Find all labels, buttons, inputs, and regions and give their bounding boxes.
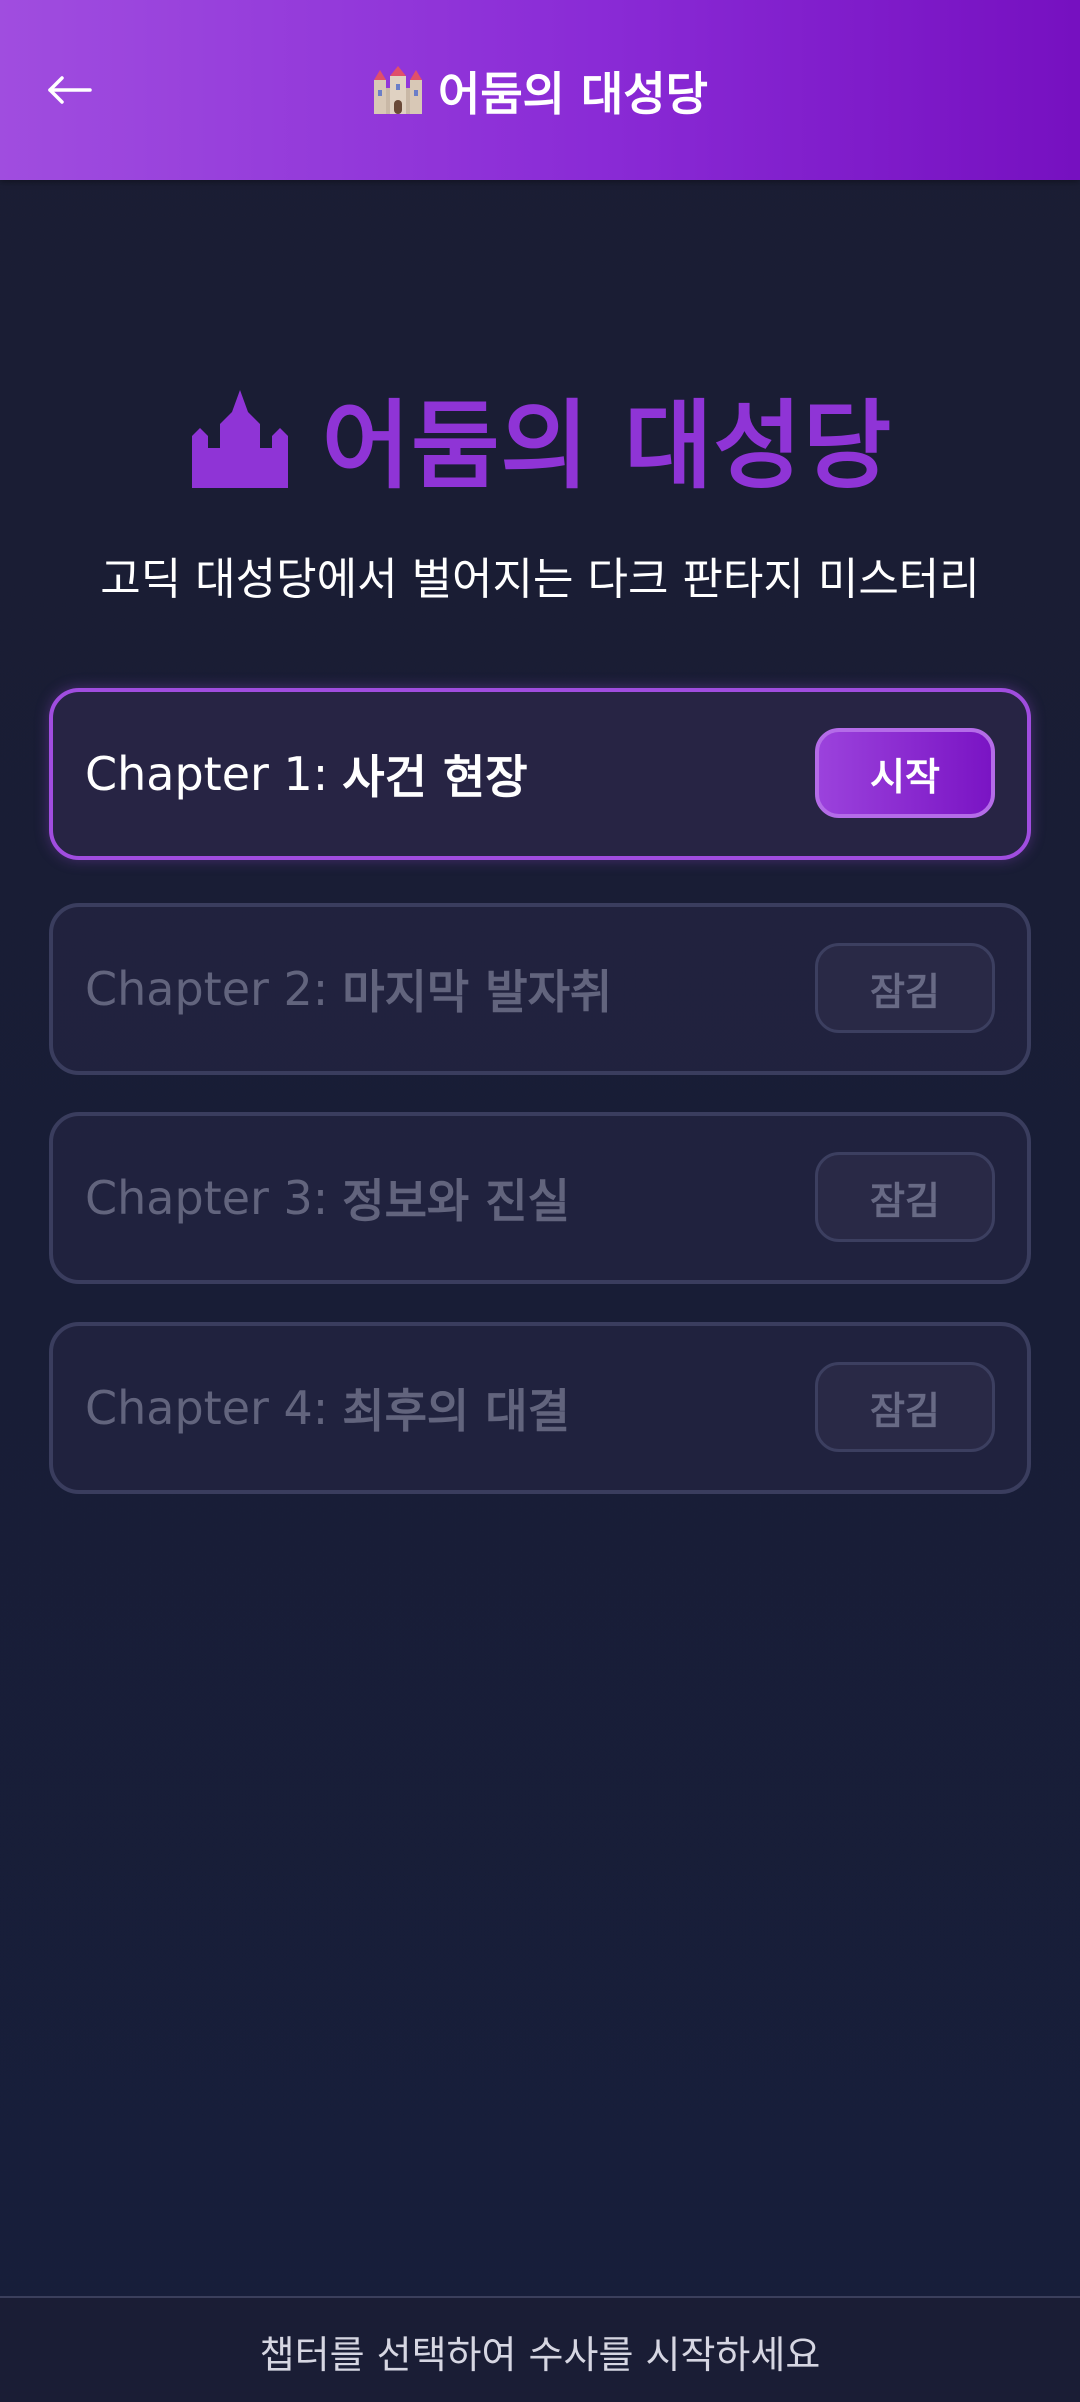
chapter-label: Chapter 3: 정보와 진실 [85,1116,570,1280]
chapter-label: Chapter 2: 마지막 발자취 [85,907,612,1071]
castle-silhouette-icon [191,389,288,488]
chapter-number: Chapter 2: [85,962,329,1016]
chapter-label: Chapter 4: 최후의 대결 [85,1326,570,1490]
chapter-name: 정보와 진실 [342,1174,570,1228]
chapter-start-button[interactable]: 시작 [815,728,995,818]
chapter-card-4: Chapter 4: 최후의 대결 잠김 [49,1322,1031,1494]
castle-emoji-icon [372,66,424,116]
hero-title: 어둠의 대성당 [0,368,1080,507]
chapter-card-2: Chapter 2: 마지막 발자취 잠김 [49,903,1031,1075]
chapter-locked-button: 잠김 [815,1362,995,1452]
chapter-number: Chapter 4: [85,1381,329,1435]
chapter-label: Chapter 1: 사건 현장 [85,692,528,856]
chapter-number: Chapter 3: [85,1171,329,1225]
header-title: 어둠의 대성당 [0,58,1080,124]
footer-bar: 챕터를 선택하여 수사를 시작하세요 [0,2296,1080,2402]
hero-subtitle: 고딕 대성당에서 벌어지는 다크 판타지 미스터리 [100,554,980,605]
footer-hint: 챕터를 선택하여 수사를 시작하세요 [259,2332,821,2377]
app-header: 어둠의 대성당 [0,0,1080,180]
chapter-locked-button: 잠김 [815,943,995,1033]
chapter-card-1[interactable]: Chapter 1: 사건 현장 시작 [49,688,1031,860]
header-title-text: 어둠의 대성당 [438,67,708,121]
hero-title-text: 어둠의 대성당 [321,390,893,502]
chapter-name: 마지막 발자취 [342,965,613,1019]
chapter-name: 최후의 대결 [342,1384,570,1438]
chapter-name: 사건 현장 [342,750,528,804]
chapter-card-3: Chapter 3: 정보와 진실 잠김 [49,1112,1031,1284]
chapter-locked-button: 잠김 [815,1152,995,1242]
chapter-number: Chapter 1: [85,747,329,801]
